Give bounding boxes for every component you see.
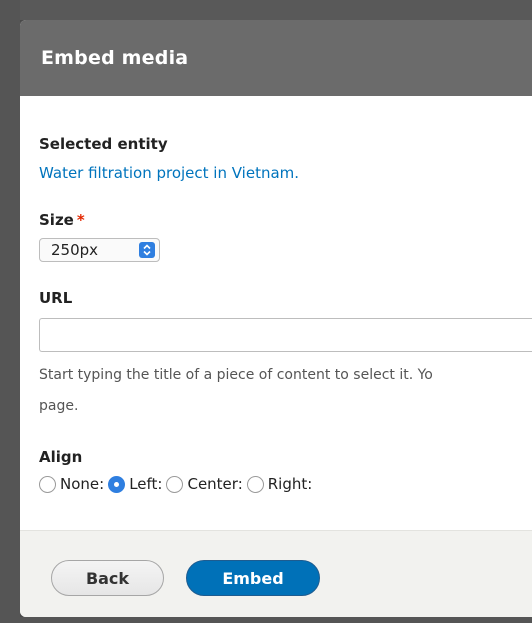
chevron-up-down-icon: [143, 244, 151, 256]
url-help-line-2: page.: [39, 398, 79, 414]
selected-entity-link[interactable]: Water filtration project in Vietnam.: [39, 164, 299, 182]
url-input[interactable]: [39, 318, 532, 352]
url-help-line-1: Start typing the title of a piece of con…: [39, 367, 433, 383]
select-arrows-icon: [139, 242, 155, 258]
backdrop: [0, 0, 532, 20]
embed-media-dialog: Embed media Selected entity Water filtra…: [20, 20, 532, 617]
backdrop-edge: [0, 0, 20, 623]
dialog-titlebar: Embed media: [20, 20, 532, 96]
align-option-right[interactable]: Right:: [246, 475, 313, 493]
align-option-center[interactable]: Center:: [166, 475, 243, 493]
radio-right[interactable]: [246, 475, 264, 493]
align-option-left[interactable]: Left:: [108, 475, 162, 493]
align-option-center-label: Center:: [187, 475, 243, 493]
size-label: Size *: [39, 211, 85, 229]
align-option-right-label: Right:: [267, 475, 313, 493]
backdrop-bottom: [20, 617, 532, 623]
url-help-text: Start typing the title of a piece of con…: [39, 360, 532, 422]
radio-none[interactable]: [39, 475, 56, 493]
size-label-text: Size: [39, 211, 74, 229]
dialog-title: Embed media: [41, 47, 189, 69]
embed-button[interactable]: Embed: [186, 560, 320, 596]
url-label: URL: [39, 289, 73, 307]
align-label: Align: [39, 448, 83, 466]
size-select-value: 250px: [51, 241, 99, 259]
radio-left[interactable]: [108, 475, 126, 493]
dialog-footer: Back Embed: [20, 530, 532, 617]
align-option-left-label: Left:: [129, 475, 163, 493]
selected-entity-label: Selected entity: [39, 135, 168, 153]
back-button[interactable]: Back: [51, 560, 164, 596]
align-option-none-label: None:: [60, 475, 105, 493]
align-option-none[interactable]: None:: [39, 475, 104, 493]
align-radio-group: None: Left: Center: Right:: [39, 475, 316, 493]
radio-center[interactable]: [166, 475, 184, 493]
size-select[interactable]: 250px: [39, 238, 160, 262]
required-marker: *: [76, 211, 85, 229]
